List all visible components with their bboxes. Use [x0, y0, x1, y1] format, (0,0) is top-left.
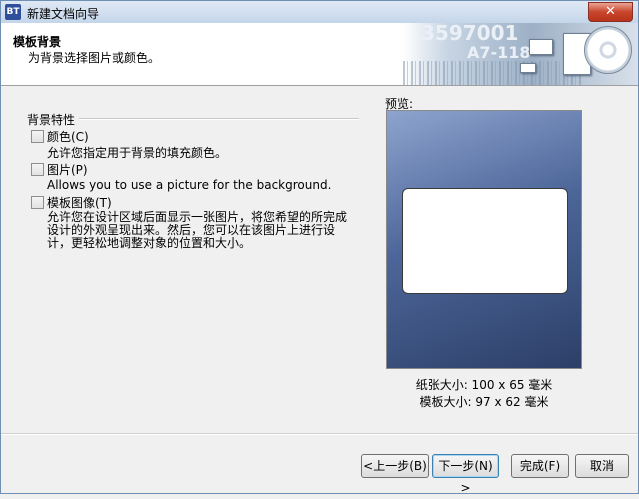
banner-number-1: 3597001	[421, 23, 519, 45]
small-label-icon	[520, 63, 536, 73]
paper-size-text: 纸张大小: 100 x 65 毫米	[415, 378, 553, 392]
footer-divider	[1, 433, 638, 435]
cancel-button[interactable]: 取消	[575, 454, 629, 478]
window-title: 新建文档向导	[27, 7, 100, 21]
option-picture-description: Allows you to use a picture for the back…	[47, 178, 332, 192]
page-subtitle: 为背景选择图片或颜色。	[28, 51, 161, 65]
app-icon: BT	[5, 4, 21, 20]
option-color-label[interactable]: 颜色(C)	[47, 128, 89, 145]
title-bar[interactable]: BT 新建文档向导 ✕	[1, 1, 638, 24]
back-button[interactable]: <上一步(B)	[361, 454, 429, 478]
next-button[interactable]: 下一步(N) >	[432, 454, 499, 495]
option-picture-label[interactable]: 图片(P)	[47, 161, 88, 178]
wizard-window: BT 新建文档向导 ✕ 模板背景 为背景选择图片或颜色。 3597001 A7-…	[0, 0, 639, 495]
checkbox-template-image[interactable]	[31, 196, 44, 209]
header-banner-image: 3597001 A7-118	[403, 23, 638, 85]
disc-icon	[584, 26, 632, 74]
banner-number-2: A7-118	[467, 43, 531, 62]
preview-label-shape	[402, 188, 568, 294]
group-title: 背景特性	[27, 113, 76, 127]
checkbox-picture[interactable]	[31, 163, 44, 176]
option-picture[interactable]: 图片(P)	[31, 162, 88, 177]
option-template-image[interactable]: 模板图像(T)	[31, 195, 112, 210]
group-divider	[79, 118, 359, 120]
wizard-header: 模板背景 为背景选择图片或颜色。 3597001 A7-118	[1, 23, 638, 86]
template-size-text: 模板大小: 97 x 62 毫米	[419, 395, 549, 409]
close-button[interactable]: ✕	[588, 2, 633, 22]
finish-button[interactable]: 完成(F)	[511, 454, 569, 478]
option-color-description: 允许您指定用于背景的填充颜色。	[47, 146, 228, 160]
option-template-image-label[interactable]: 模板图像(T)	[47, 194, 112, 211]
option-color[interactable]: 颜色(C)	[31, 129, 89, 144]
checkbox-color[interactable]	[31, 130, 44, 143]
page-title: 模板背景	[13, 35, 62, 49]
preview-panel	[386, 110, 582, 369]
barcode-graphic	[403, 61, 583, 85]
label-card-icon	[529, 39, 553, 55]
option-template-image-description: 允许您在设计区域后面显示一张图片，将您希望的所完成 设计的外观呈现出来。然后，您…	[47, 210, 348, 250]
close-icon: ✕	[605, 4, 616, 19]
